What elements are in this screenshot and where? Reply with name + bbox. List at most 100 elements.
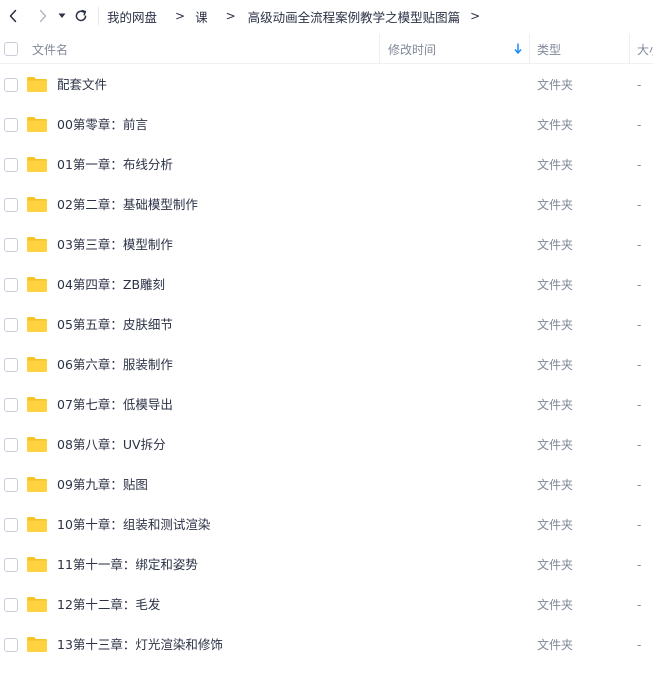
folder-icon: [27, 637, 47, 652]
file-row[interactable]: 13第十三章：灯光渲染和修饰 文件夹 -: [0, 625, 653, 665]
forward-button[interactable]: [32, 2, 54, 30]
row-checkbox[interactable]: [4, 118, 18, 132]
folder-icon: [27, 237, 47, 252]
folder-icon: [27, 557, 47, 572]
file-size: -: [637, 118, 642, 132]
row-checkbox[interactable]: [4, 158, 18, 172]
file-name[interactable]: 配套文件: [57, 65, 107, 105]
file-size: -: [637, 518, 642, 532]
column-header-modified[interactable]: 修改时间: [388, 34, 436, 64]
file-size: -: [637, 598, 642, 612]
file-size: -: [637, 398, 642, 412]
file-row[interactable]: 09第九章：贴图 文件夹 -: [0, 465, 653, 505]
row-checkbox[interactable]: [4, 518, 18, 532]
row-checkbox[interactable]: [4, 478, 18, 492]
file-size: -: [637, 78, 642, 92]
row-checkbox[interactable]: [4, 198, 18, 212]
row-checkbox[interactable]: [4, 598, 18, 612]
folder-icon: [27, 357, 47, 372]
breadcrumb-item-root[interactable]: 我的网盘: [107, 7, 157, 26]
file-size: -: [637, 358, 642, 372]
folder-icon: [27, 397, 47, 412]
file-name[interactable]: 11第十一章：绑定和姿势: [57, 545, 198, 585]
row-checkbox[interactable]: [4, 438, 18, 452]
file-type: 文件夹: [537, 438, 574, 452]
breadcrumb-item-course[interactable]: 课: [195, 7, 208, 26]
file-size: -: [637, 638, 642, 652]
file-row[interactable]: 配套文件 文件夹 -: [0, 65, 653, 105]
row-checkbox[interactable]: [4, 238, 18, 252]
folder-icon: [27, 317, 47, 332]
file-size: -: [637, 158, 642, 172]
file-row[interactable]: 10第十章：组装和测试渲染 文件夹 -: [0, 505, 653, 545]
refresh-icon: [75, 9, 87, 22]
file-name[interactable]: 07第七章：低模导出: [57, 385, 173, 425]
file-row[interactable]: 02第二章：基础模型制作 文件夹 -: [0, 185, 653, 225]
file-type: 文件夹: [537, 318, 574, 332]
file-type: 文件夹: [537, 398, 574, 412]
row-checkbox[interactable]: [4, 638, 18, 652]
file-name[interactable]: 09第九章：贴图: [57, 465, 148, 505]
file-name[interactable]: 04第四章：ZB雕刻: [57, 265, 165, 305]
refresh-button[interactable]: [70, 2, 92, 30]
file-row[interactable]: 05第五章：皮肤细节 文件夹 -: [0, 305, 653, 345]
file-size: -: [637, 198, 642, 212]
file-type: 文件夹: [537, 638, 574, 652]
folder-icon: [27, 277, 47, 292]
file-name[interactable]: 10第十章：组装和测试渲染: [57, 505, 210, 545]
caret-down-icon: [58, 13, 66, 18]
folder-icon: [27, 477, 47, 492]
navigation-bar: 我的网盘 > 课 > 高级动画全流程案例教学之模型贴图篇 >: [0, 0, 653, 32]
file-row[interactable]: 00第零章：前言 文件夹 -: [0, 105, 653, 145]
file-type: 文件夹: [537, 198, 574, 212]
chevron-right-icon: [39, 9, 47, 23]
breadcrumb-separator: >: [175, 9, 186, 23]
file-row[interactable]: 11第十一章：绑定和姿势 文件夹 -: [0, 545, 653, 585]
file-size: -: [637, 478, 642, 492]
row-checkbox[interactable]: [4, 318, 18, 332]
file-row[interactable]: 08第八章：UV拆分 文件夹 -: [0, 425, 653, 465]
arrow-down-icon[interactable]: [514, 43, 522, 54]
select-all-checkbox[interactable]: [4, 42, 18, 56]
file-name[interactable]: 06第六章：服装制作: [57, 345, 173, 385]
row-checkbox[interactable]: [4, 278, 18, 292]
column-header-size[interactable]: 大小: [637, 34, 653, 64]
file-size: -: [637, 318, 642, 332]
file-row[interactable]: 01第一章：布线分析 文件夹 -: [0, 145, 653, 185]
file-row[interactable]: 04第四章：ZB雕刻 文件夹 -: [0, 265, 653, 305]
file-name[interactable]: 12第十二章：毛发: [57, 585, 160, 625]
file-type: 文件夹: [537, 558, 574, 572]
file-row[interactable]: 12第十二章：毛发 文件夹 -: [0, 585, 653, 625]
row-checkbox[interactable]: [4, 558, 18, 572]
breadcrumb-item-current[interactable]: 高级动画全流程案例教学之模型贴图篇: [248, 7, 461, 26]
file-name[interactable]: 13第十三章：灯光渲染和修饰: [57, 625, 223, 665]
file-type: 文件夹: [537, 518, 574, 532]
file-type: 文件夹: [537, 478, 574, 492]
file-name[interactable]: 01第一章：布线分析: [57, 145, 173, 185]
breadcrumb-separator[interactable]: >: [470, 9, 480, 23]
file-type: 文件夹: [537, 238, 574, 252]
file-row[interactable]: 07第七章：低模导出 文件夹 -: [0, 385, 653, 425]
history-dropdown-button[interactable]: [54, 2, 70, 30]
file-name[interactable]: 03第三章：模型制作: [57, 225, 173, 265]
file-type: 文件夹: [537, 278, 574, 292]
file-name[interactable]: 08第八章：UV拆分: [57, 425, 166, 465]
row-checkbox[interactable]: [4, 398, 18, 412]
folder-icon: [27, 597, 47, 612]
breadcrumb-separator: >: [225, 9, 236, 23]
file-size: -: [637, 238, 642, 252]
row-checkbox[interactable]: [4, 358, 18, 372]
folder-icon: [27, 197, 47, 212]
file-row[interactable]: 06第六章：服装制作 文件夹 -: [0, 345, 653, 385]
file-name[interactable]: 05第五章：皮肤细节: [57, 305, 173, 345]
row-checkbox[interactable]: [4, 78, 18, 92]
file-type: 文件夹: [537, 158, 574, 172]
column-header-name[interactable]: 文件名: [32, 34, 68, 64]
column-header-type[interactable]: 类型: [537, 34, 561, 64]
folder-icon: [27, 437, 47, 452]
file-name[interactable]: 02第二章：基础模型制作: [57, 185, 198, 225]
file-row[interactable]: 03第三章：模型制作 文件夹 -: [0, 225, 653, 265]
back-button[interactable]: [2, 2, 24, 30]
file-size: -: [637, 278, 642, 292]
file-name[interactable]: 00第零章：前言: [57, 105, 148, 145]
